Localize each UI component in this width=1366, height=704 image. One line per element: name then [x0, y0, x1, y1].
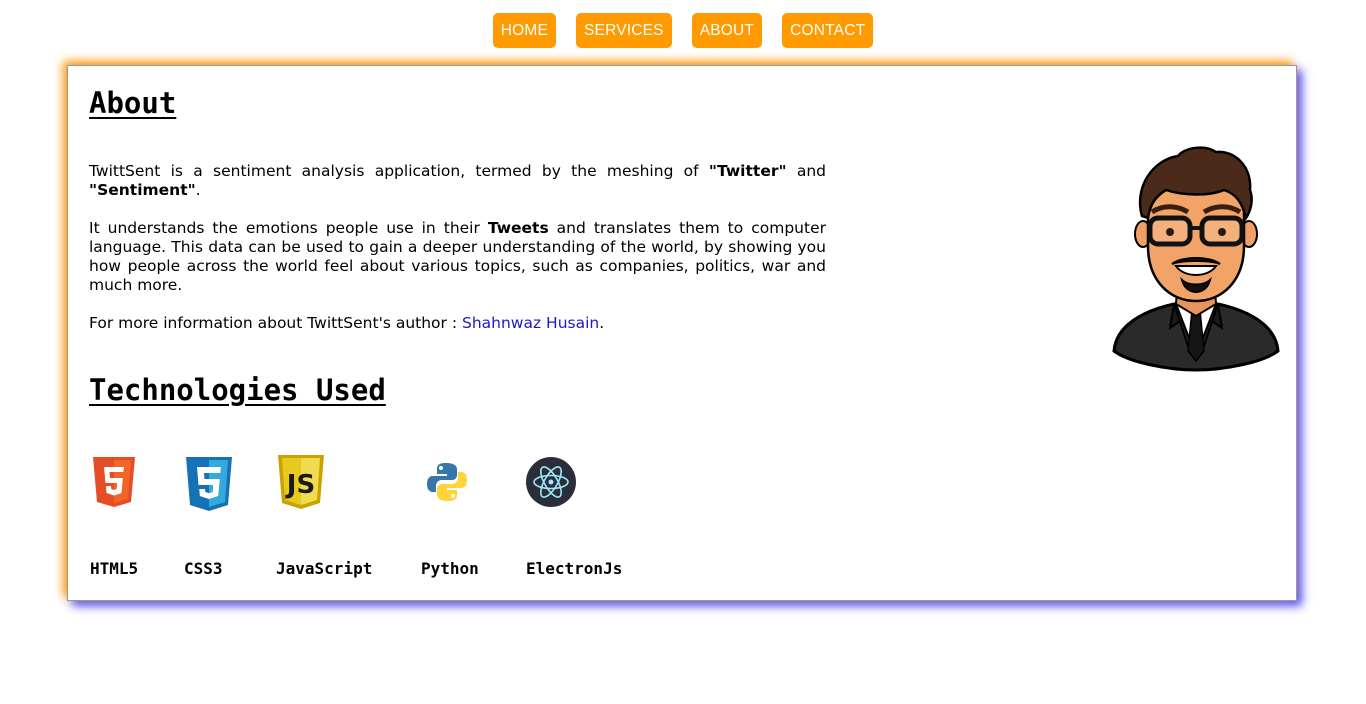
- tech-label-javascript: JavaScript: [276, 559, 373, 578]
- nav-contact-button[interactable]: CONTACT: [782, 13, 874, 48]
- tech-label-html5: HTML5: [90, 559, 139, 578]
- about-paragraph-1: TwittSent is a sentiment analysis applic…: [89, 162, 827, 199]
- svg-text:JS: JS: [285, 470, 315, 500]
- javascript-icon: JS: [278, 455, 324, 509]
- nav-home-button[interactable]: HOME: [492, 13, 556, 48]
- tech-label-python: Python: [421, 559, 479, 578]
- tech-label-css3: CSS3: [184, 559, 223, 578]
- tech-label-electronjs: ElectronJs: [526, 559, 623, 578]
- nav-services-button[interactable]: SERVICES: [576, 13, 672, 48]
- electron-icon: [526, 457, 576, 507]
- about-description: TwittSent is a sentiment analysis applic…: [89, 162, 826, 352]
- about-paragraph-3: For more information about TwittSent's a…: [89, 314, 605, 332]
- about-heading: About: [89, 86, 177, 120]
- about-card: About TwittSent is a sentiment analysis …: [67, 65, 1297, 601]
- top-nav: HOME SERVICES ABOUT CONTACT: [0, 13, 1366, 48]
- author-link[interactable]: Shahnwaz Husain: [462, 314, 599, 332]
- author-avatar: [1112, 146, 1280, 372]
- python-icon: [427, 463, 467, 501]
- about-paragraph-2: It understands the emotions people use i…: [89, 219, 826, 294]
- css3-icon: [186, 457, 232, 511]
- nav-about-button[interactable]: ABOUT: [691, 13, 763, 48]
- technologies-heading: Technologies Used: [89, 373, 386, 407]
- html5-icon: [93, 457, 135, 507]
